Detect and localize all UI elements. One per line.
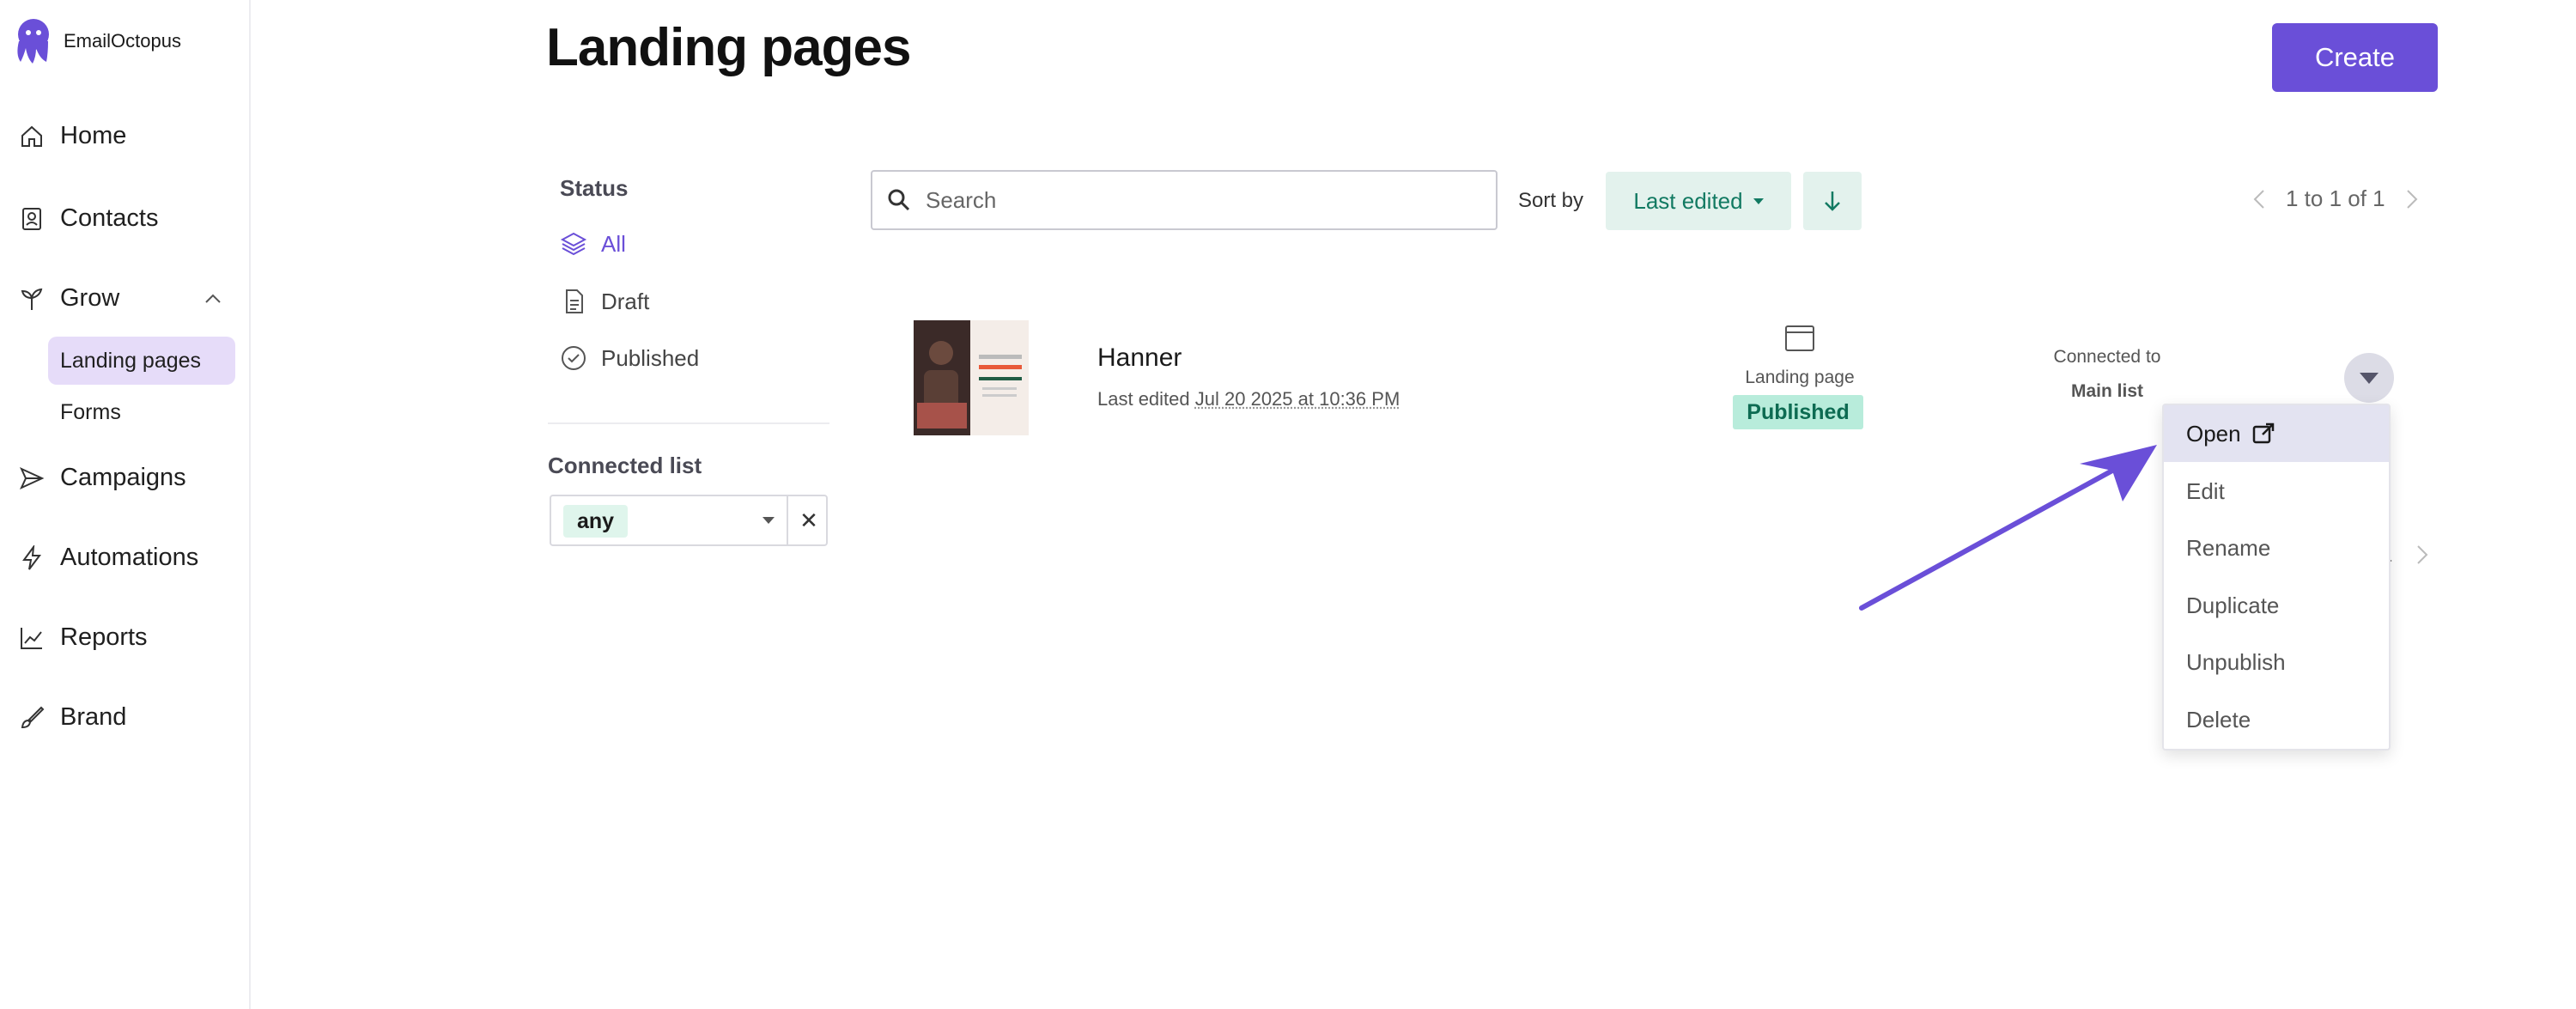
chevron-up-icon[interactable]	[202, 288, 224, 310]
landing-page-name[interactable]: Hanner	[1097, 343, 1182, 373]
status-filter-label: All	[601, 230, 626, 257]
sidebar-item-landing-pages[interactable]: Landing pages	[48, 337, 235, 385]
sidebar-item-label: Landing pages	[60, 348, 202, 373]
brand[interactable]: EmailOctopus	[12, 17, 181, 65]
caret-down-icon[interactable]	[762, 517, 775, 524]
menu-item-label: Rename	[2186, 534, 2271, 561]
sidebar-item-label: Contacts	[60, 204, 159, 232]
sidebar-item-label: Home	[60, 122, 127, 149]
contacts-icon	[22, 207, 41, 230]
row-actions-button[interactable]	[2344, 353, 2394, 403]
brand-name: EmailOctopus	[64, 30, 181, 52]
thumbnail-image	[914, 320, 1029, 435]
app-root: EmailOctopus Home Contacts Grow Landing …	[0, 0, 2576, 1009]
last-edited-date: Jul 20 2025 at 10:36 PM	[1194, 388, 1400, 410]
menu-item-label: Delete	[2186, 706, 2251, 732]
filter-divider	[548, 422, 829, 424]
sidebar-item-campaigns[interactable]: Campaigns	[19, 464, 186, 492]
sort-value: Last edited	[1633, 187, 1743, 214]
menu-item-label: Open	[2186, 420, 2241, 447]
send-icon	[19, 466, 45, 489]
menu-item-duplicate[interactable]: Duplicate	[2164, 577, 2389, 634]
sort-direction-button[interactable]	[1803, 172, 1862, 230]
status-filter-draft[interactable]: Draft	[560, 288, 649, 315]
create-button[interactable]: Create	[2272, 23, 2438, 92]
sidebar-item-label: Reports	[60, 623, 148, 651]
layers-icon	[560, 232, 587, 256]
status-filter-label: Published	[601, 344, 700, 371]
sidebar-item-grow[interactable]: Grow	[19, 284, 119, 313]
search-field[interactable]	[871, 170, 1498, 230]
home-icon	[21, 125, 42, 147]
browser-window-icon	[1785, 325, 1814, 351]
sidebar-item-brand[interactable]: Brand	[19, 703, 126, 732]
last-edited-prefix: Last edited	[1097, 388, 1190, 410]
sidebar-item-contacts[interactable]: Contacts	[19, 204, 158, 233]
status-filter-all[interactable]: All	[560, 230, 626, 258]
connected-list-value: any	[563, 505, 629, 538]
status-filter-heading: Status	[560, 175, 629, 201]
menu-item-label: Edit	[2186, 477, 2225, 504]
caret-down-icon	[1753, 198, 1764, 204]
search-input[interactable]	[926, 186, 1475, 214]
octopus-logo-icon	[17, 19, 49, 64]
status-filter-label: Draft	[601, 288, 650, 314]
sidebar: EmailOctopus Home Contacts Grow Landing …	[0, 0, 251, 1009]
landing-page-thumbnail[interactable]	[914, 320, 1029, 435]
sort-label: Sort by	[1518, 189, 1584, 212]
external-link-icon	[2252, 422, 2274, 444]
chevron-right-icon[interactable]	[2413, 542, 2432, 568]
menu-item-label: Duplicate	[2186, 592, 2280, 618]
sidebar-item-label: Automations	[60, 544, 199, 571]
chevron-right-icon[interactable]	[2403, 186, 2421, 212]
landing-page-last-edited: Last edited Jul 20 2025 at 10:36 PM	[1097, 388, 1400, 410]
chevron-left-icon[interactable]	[2250, 186, 2269, 212]
select-separator	[787, 496, 788, 544]
menu-item-delete[interactable]: Delete	[2164, 691, 2389, 748]
sprout-icon	[21, 288, 43, 310]
sidebar-item-reports[interactable]: Reports	[19, 623, 148, 652]
arrow-down-icon	[1825, 191, 1840, 211]
caret-down-icon	[2360, 372, 2379, 384]
search-icon	[888, 189, 910, 211]
landing-page-type: Landing page	[1745, 368, 1855, 387]
menu-item-unpublish[interactable]: Unpublish	[2164, 634, 2389, 690]
sidebar-item-label: Brand	[60, 703, 127, 731]
connected-list-name: Main list	[2070, 381, 2143, 401]
sidebar-item-forms[interactable]: Forms	[48, 388, 235, 436]
clear-selection-button[interactable]: ✕	[795, 505, 823, 536]
sidebar-item-label: Grow	[60, 284, 120, 312]
connected-list-select[interactable]: any ✕	[550, 495, 828, 546]
status-badge: Published	[1733, 395, 1863, 429]
row-actions-menu: Open Edit Rename Duplicate Unpublish Del…	[2162, 404, 2391, 751]
sidebar-item-home[interactable]: Home	[19, 122, 126, 150]
brush-icon	[21, 706, 45, 728]
status-filter-published[interactable]: Published	[560, 344, 699, 372]
pagination-text: 1 to 1 of 1	[2286, 185, 2385, 211]
sidebar-item-label: Forms	[60, 399, 121, 424]
menu-item-label: Unpublish	[2186, 648, 2286, 675]
sidebar-item-label: Campaigns	[60, 464, 186, 491]
menu-item-open[interactable]: Open	[2164, 405, 2389, 462]
menu-item-edit[interactable]: Edit	[2164, 463, 2389, 520]
connected-list-heading: Connected list	[548, 453, 702, 478]
check-circle-icon	[562, 346, 586, 370]
sort-dropdown[interactable]: Last edited	[1606, 172, 1791, 230]
page-title: Landing pages	[546, 18, 911, 77]
chart-icon	[21, 627, 42, 649]
pagination: 1 to 1 of 1	[2250, 185, 2421, 212]
document-icon	[566, 289, 583, 313]
sidebar-item-automations[interactable]: Automations	[19, 544, 198, 572]
lightning-icon	[22, 544, 41, 570]
menu-item-rename[interactable]: Rename	[2164, 520, 2389, 576]
annotation-arrow-icon	[1859, 445, 2157, 611]
connected-to-label: Connected to	[2053, 347, 2161, 367]
